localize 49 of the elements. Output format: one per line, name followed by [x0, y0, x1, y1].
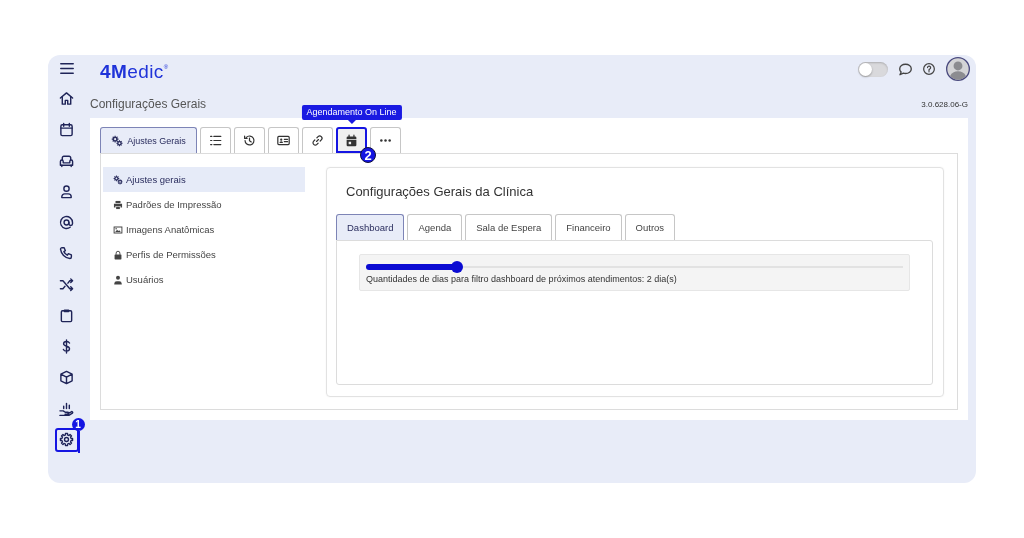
home-icon[interactable]	[59, 91, 74, 106]
callout-number: 2	[360, 147, 376, 163]
lock-icon	[113, 249, 123, 260]
tooltip: Agendamento On Line	[301, 105, 402, 124]
phone-icon[interactable]	[59, 246, 74, 261]
card-title: Configurações Gerais da Clínica	[345, 182, 535, 201]
history-icon	[243, 134, 256, 147]
toggle-switch[interactable]	[858, 61, 888, 77]
gears-icon	[113, 174, 123, 185]
menu-item[interactable]: Ajustes gerais	[103, 167, 305, 192]
page-title: Configurações Gerais	[90, 97, 207, 111]
person-icon[interactable]	[59, 184, 74, 199]
calendar-icon	[345, 133, 358, 147]
menu-item[interactable]: Perfis de Permissões	[103, 242, 305, 267]
printer-icon	[113, 199, 123, 210]
menu-icon[interactable]	[59, 61, 74, 75]
sofa-icon[interactable]	[59, 153, 74, 168]
tab[interactable]: Financeiro	[555, 214, 622, 240]
tab[interactable]: Outros	[624, 214, 676, 240]
help-icon[interactable]	[923, 63, 935, 75]
user-icon	[113, 274, 123, 285]
tab[interactable]: Dashboard	[336, 214, 405, 240]
version-label: 3.0.628.06-G	[921, 99, 968, 109]
menu-item[interactable]: Usuários	[103, 267, 305, 292]
clipboard-icon[interactable]	[59, 308, 74, 323]
gears-icon	[111, 134, 124, 147]
menu-item[interactable]: Imagens Anatômicas	[103, 217, 305, 242]
shuffle-icon[interactable]	[59, 277, 74, 292]
tab[interactable]: Sala de Espera	[465, 214, 553, 240]
list-icon	[209, 134, 222, 147]
more-icon	[380, 139, 391, 142]
tab[interactable]: Agenda	[407, 214, 463, 240]
link-icon	[311, 134, 324, 147]
tab[interactable]	[336, 127, 367, 153]
tab[interactable]: Ajustes Gerais	[100, 127, 197, 153]
cube-icon[interactable]	[59, 370, 74, 385]
menu-item[interactable]: Padrões de Impressão	[103, 192, 305, 217]
slider-thumb[interactable]	[451, 261, 464, 273]
slider-label: Quantidades de dias para filtro dashboard de próximos atendimentos: 2 dia(s)	[366, 273, 678, 285]
image-icon	[113, 224, 123, 235]
avatar-icon[interactable]	[946, 57, 970, 81]
id-card-icon	[277, 134, 290, 147]
at-sign-icon[interactable]	[59, 215, 74, 230]
chat-icon[interactable]	[899, 62, 912, 76]
callout-number: 1	[71, 417, 85, 453]
app-logo: 4Medic$^{®}$	[100, 59, 169, 83]
settings-icon[interactable]	[59, 432, 74, 447]
hand-chart-icon[interactable]	[59, 401, 74, 416]
calendar-icon[interactable]	[59, 122, 74, 137]
